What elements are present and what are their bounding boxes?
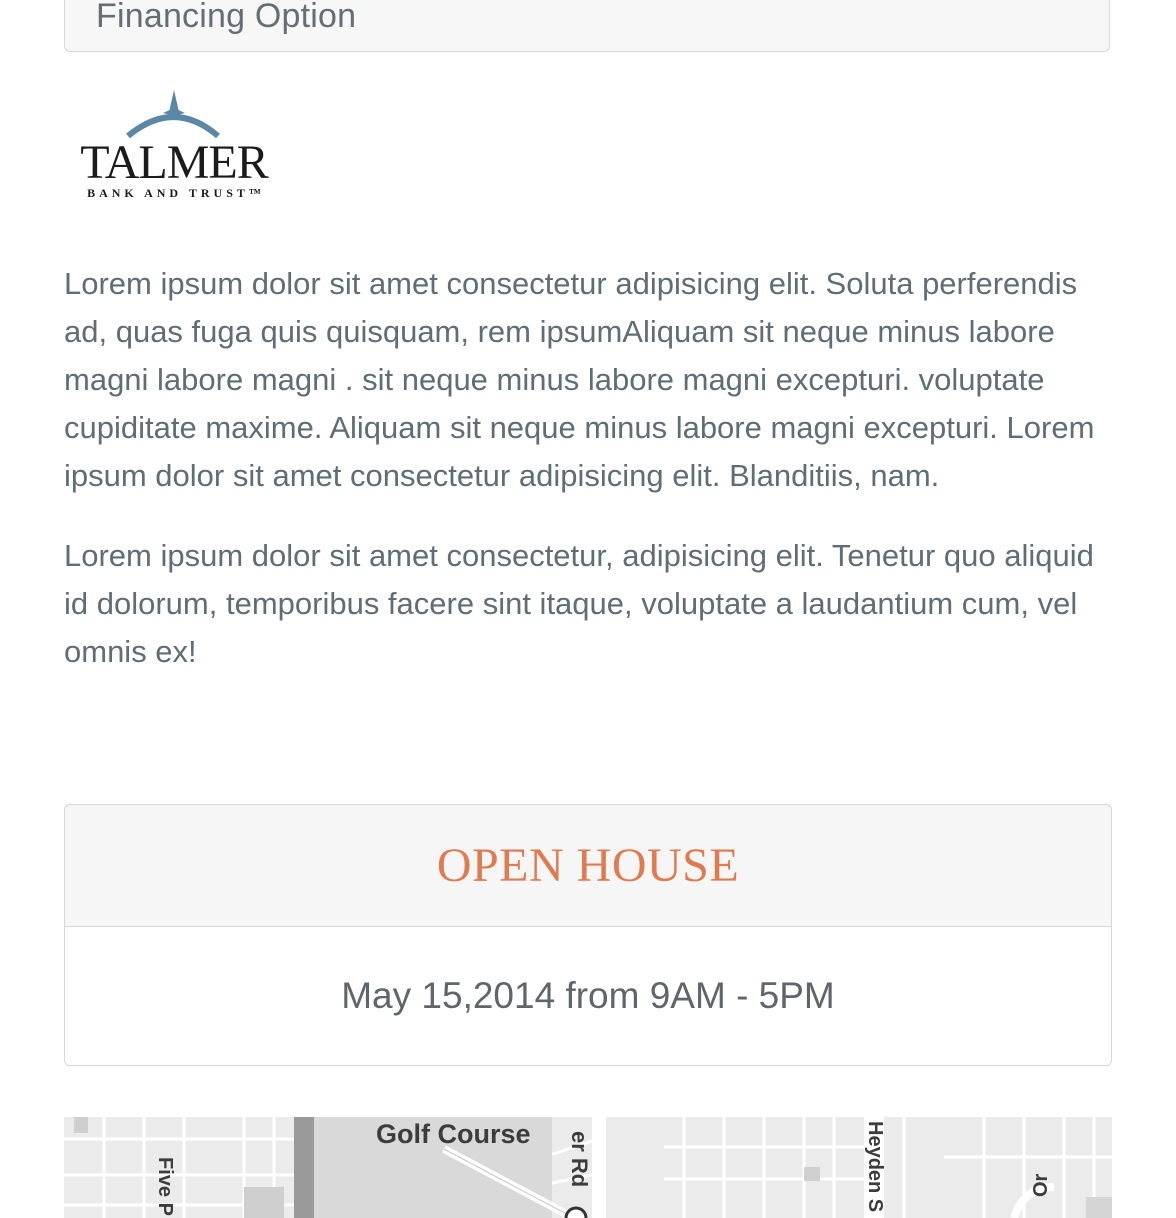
map-label-road-3: Heyden S	[864, 1121, 886, 1213]
talmer-logo: TALMER BANK AND TRUST™	[66, 86, 290, 206]
financing-option-panel[interactable]: Financing Option	[64, 0, 1110, 52]
location-map[interactable]: Golf Course er Rd Five P Heyden S Or	[64, 1117, 1112, 1218]
talmer-logo-graphic: TALMER BANK AND TRUST™	[80, 90, 270, 200]
map-label-road-2: Five P	[154, 1157, 176, 1216]
open-house-panel: OPEN HOUSE May 15,2014 from 9AM - 5PM	[64, 804, 1112, 1066]
map-label-road-1: er Rd	[567, 1131, 592, 1188]
logo-tagline: BANK AND TRUST™	[87, 186, 265, 200]
open-house-header: OPEN HOUSE	[65, 805, 1111, 927]
financing-option-title: Financing Option	[96, 0, 357, 35]
map-label-golf-course: Golf Course	[376, 1119, 531, 1149]
description-paragraph-2: Lorem ipsum dolor sit amet consectetur, …	[64, 538, 1094, 669]
map-label-road-4: Or	[1030, 1173, 1052, 1197]
logo-wordmark: TALMER	[80, 136, 268, 189]
description-content: Lorem ipsum dolor sit amet consectetur a…	[64, 260, 1114, 708]
description-paragraph-1: Lorem ipsum dolor sit amet consectetur a…	[64, 266, 1095, 493]
open-house-date: May 15,2014 from 9AM - 5PM	[341, 975, 835, 1016]
open-house-body: May 15,2014 from 9AM - 5PM	[65, 927, 1111, 1065]
open-house-title: OPEN HOUSE	[436, 839, 740, 892]
